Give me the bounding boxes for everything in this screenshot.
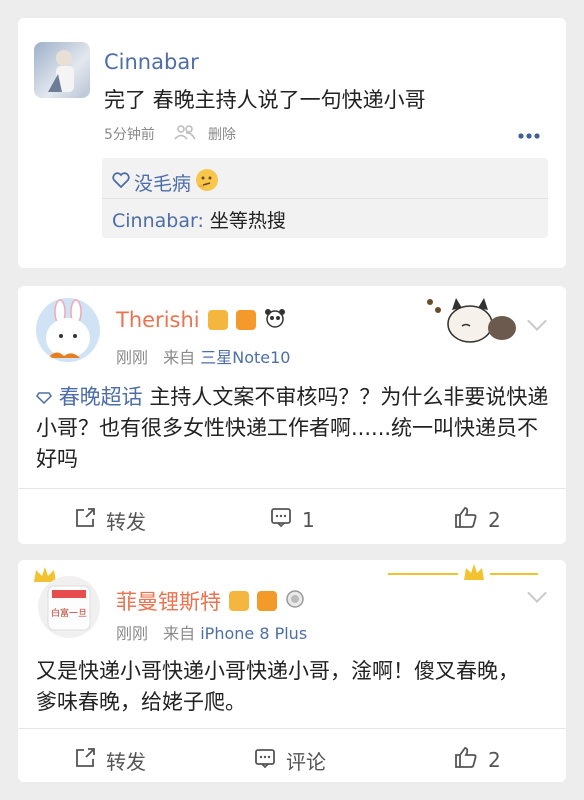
post-time: 刚刚	[116, 348, 149, 367]
reply-text: 坐等热搜	[209, 210, 286, 232]
comment-card: Cinnabar 完了 春晚主持人说了一句快递小哥 5分钟前 删除 没毛病 Ci…	[18, 18, 566, 268]
vip-crown-icon[interactable]	[207, 310, 228, 330]
like-button[interactable]: 2	[454, 506, 501, 533]
avatar[interactable]	[34, 42, 90, 98]
fortune-badge-icon[interactable]	[257, 591, 277, 611]
heart-icon	[112, 172, 130, 192]
comment-icon	[254, 747, 276, 774]
topic-label: 春晚超话	[58, 385, 143, 409]
avatar[interactable]	[36, 298, 100, 362]
action-divider	[18, 728, 566, 729]
source-prefix: 来自	[163, 624, 196, 643]
crown-line-decoration-icon	[388, 560, 538, 590]
money-avatar-icon: 白富一旦	[47, 585, 91, 631]
post-source[interactable]: iPhone 8 Plus	[200, 624, 307, 643]
vip-crown-icon[interactable]	[229, 591, 249, 611]
reply-like-row[interactable]: 没毛病	[112, 168, 219, 196]
avatar[interactable]: 白富一旦	[38, 576, 100, 638]
comment-button[interactable]: 评论	[254, 746, 326, 775]
comment-button[interactable]: 1	[270, 506, 315, 533]
post-text: 又是快递小哥快递小哥快递小哥，淦啊！傻叉春晚，爹味春晚，给姥子爬。	[36, 659, 519, 714]
post-meta: 刚刚 来自 iPhone 8 Plus	[116, 620, 307, 644]
like-count: 2	[488, 507, 501, 532]
post-meta: 刚刚 来自 三星Note10	[116, 344, 290, 368]
people-icon[interactable]	[174, 124, 196, 144]
reply-content: Cinnabar: 坐等热搜	[112, 206, 286, 233]
repost-label: 转发	[106, 750, 146, 774]
repost-icon	[74, 747, 96, 774]
diamond-icon	[36, 385, 59, 409]
like-count: 2	[488, 747, 501, 772]
comment-count: 1	[302, 507, 315, 532]
reply-divider	[102, 198, 548, 199]
post-card: Therishi 刚刚 来自 三星Note10 春晚超话 主持人文案不审核吗？？…	[18, 286, 566, 544]
bunny-avatar-icon	[46, 299, 90, 358]
reply-username[interactable]: Cinnabar:	[112, 210, 204, 232]
medal-icon[interactable]	[285, 589, 305, 613]
avatar-figure-icon	[48, 50, 74, 92]
post-time: 刚刚	[116, 624, 149, 643]
fortune-badge-icon[interactable]	[235, 310, 256, 330]
post-username-row: 菲曼锂斯特	[116, 586, 305, 616]
like-button[interactable]: 2	[454, 746, 501, 773]
cat-sticker-icon	[418, 290, 518, 354]
post-body: 又是快递小哥快递小哥快递小哥，淦啊！傻叉春晚，爹味春晚，给姥子爬。	[36, 656, 536, 718]
thumbs-up-icon	[454, 506, 478, 533]
comment-text: 完了 春晚主持人说了一句快递小哥	[104, 88, 426, 112]
comment-label: 评论	[286, 750, 326, 774]
post-username-row: Therishi	[116, 308, 286, 332]
comment-time: 5分钟前	[104, 127, 155, 143]
comment-username[interactable]: Cinnabar	[104, 50, 199, 74]
action-divider	[18, 488, 566, 489]
reply-box: 没毛病 Cinnabar: 坐等热搜	[102, 158, 548, 238]
topic-link[interactable]: 春晚超话	[36, 385, 149, 409]
delete-link[interactable]: 删除	[208, 124, 236, 144]
post-username[interactable]: Therishi	[116, 308, 200, 332]
thumbs-up-icon	[454, 746, 478, 773]
reply-like-label: 没毛病	[134, 172, 192, 195]
thinking-emoji-icon	[195, 168, 219, 196]
panda-icon[interactable]	[264, 308, 286, 332]
repost-label: 转发	[106, 510, 146, 534]
comment-icon	[270, 506, 292, 533]
svg-text:白富一旦: 白富一旦	[51, 607, 87, 619]
post-username[interactable]: 菲曼锂斯特	[116, 586, 221, 616]
repost-button[interactable]: 转发	[74, 746, 146, 775]
post-card: 白富一旦 菲曼锂斯特 刚刚 来自 iPhone 8 Plus 又是快递小哥快递小…	[18, 560, 566, 782]
post-body: 春晚超话 主持人文案不审核吗？？为什么非要说快递小哥？也有很多女性快递工作者啊.…	[36, 382, 556, 475]
chevron-down-icon[interactable]	[527, 311, 547, 331]
post-source[interactable]: 三星Note10	[200, 348, 290, 367]
more-icon[interactable]	[518, 126, 540, 145]
source-prefix: 来自	[163, 348, 196, 367]
repost-icon	[74, 507, 96, 534]
repost-button[interactable]: 转发	[74, 506, 146, 535]
